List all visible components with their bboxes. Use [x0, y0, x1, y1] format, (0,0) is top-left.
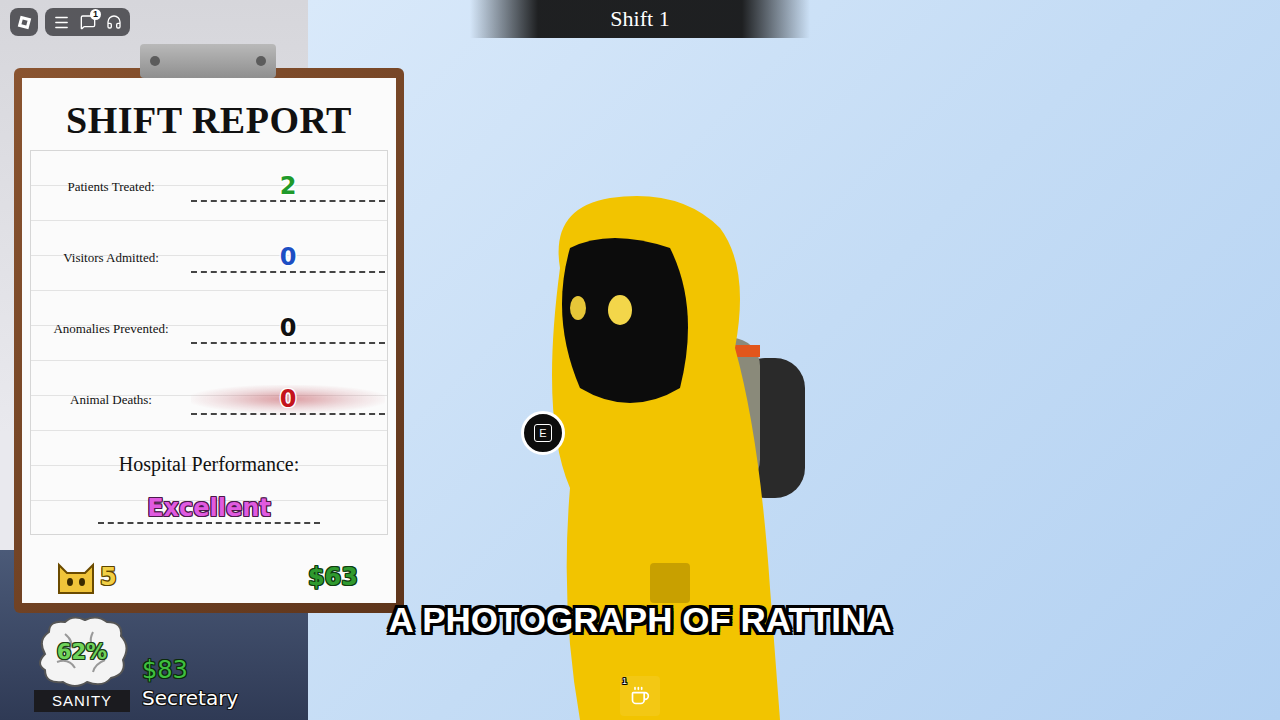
clip-rivet: [150, 56, 160, 66]
report-row-value-field: 0: [191, 243, 385, 273]
report-row-value: 0: [280, 314, 297, 342]
chat-badge: 1: [90, 9, 101, 20]
roblox-logo-icon: [17, 15, 30, 28]
subtitle: A PHOTOGRAPH OF RATTINA: [0, 600, 1280, 640]
menu-icon[interactable]: [53, 14, 70, 31]
report-money: $63: [308, 563, 358, 591]
report-row-label: Anomalies Prevented:: [31, 321, 191, 337]
performance-section: Hospital Performance: Excellent: [31, 435, 387, 534]
interact-prompt[interactable]: E: [521, 411, 565, 455]
hotbar: 1: [620, 676, 660, 716]
coffee-mug-icon: [630, 686, 650, 706]
report-row: Patients Treated: 2: [31, 151, 387, 222]
sanity-label: SANITY: [34, 690, 130, 712]
report-row-value-field: 0: [191, 314, 385, 344]
player-role: Secretary: [142, 686, 238, 710]
report-row-label: Visitors Admitted:: [31, 250, 191, 266]
slot-number: 1: [622, 676, 627, 686]
chat-button[interactable]: 1: [80, 14, 96, 30]
headset-icon[interactable]: [106, 14, 122, 30]
interact-key: E: [534, 424, 552, 442]
shift-banner: Shift 1: [470, 0, 810, 38]
cat-counter: 5: [56, 559, 117, 595]
sanity-meter: 62% SANITY: [34, 614, 130, 712]
topbar-controls: 1: [45, 8, 130, 36]
roblox-topbar: 1: [10, 8, 130, 36]
report-row-label: Patients Treated:: [31, 179, 191, 195]
report-row-label: Animal Deaths:: [31, 392, 191, 408]
performance-label: Hospital Performance:: [119, 453, 300, 476]
game-screen: 1 Shift 1 SHIFT REPORT Patients Treated: 2 Vi…: [0, 0, 1280, 720]
report-footer: 5 $63: [30, 559, 388, 595]
clip-rivet: [256, 56, 266, 66]
report-row-value: 0: [280, 243, 297, 271]
clipboard-clip: [140, 44, 276, 78]
report-row-value: 2: [280, 172, 297, 200]
player-info: $83Secretary: [142, 656, 238, 712]
shift-report-clipboard: SHIFT REPORT Patients Treated: 2 Visitors A…: [14, 68, 404, 613]
roblox-menu-button[interactable]: [10, 8, 38, 36]
cat-count: 5: [100, 563, 117, 591]
player-hud: 62% SANITY $83Secretary: [34, 614, 238, 712]
report-paper: SHIFT REPORT Patients Treated: 2 Visitors A…: [22, 78, 396, 603]
report-sheet: Patients Treated:2Visitors Admitted:0Ano…: [30, 150, 388, 535]
hazmat-cat-icon[interactable]: [520, 188, 880, 720]
report-row: Anomalies Prevented: 0: [31, 293, 387, 364]
cat-face-icon: [56, 559, 96, 595]
hotbar-slot[interactable]: 1: [620, 676, 660, 716]
performance-value: Excellent: [98, 494, 320, 524]
report-row: Visitors Admitted: 0: [31, 222, 387, 293]
report-row-value: 0: [280, 385, 297, 413]
report-row-value-field: 2: [191, 172, 385, 202]
sanity-brain: 62%: [35, 614, 129, 690]
report-row-value-field: 0: [191, 385, 385, 415]
player-cash: $83: [142, 656, 238, 684]
report-row: Animal Deaths: 0: [31, 364, 387, 435]
sanity-reading: 62%: [57, 640, 107, 664]
report-title: SHIFT REPORT: [30, 98, 388, 142]
